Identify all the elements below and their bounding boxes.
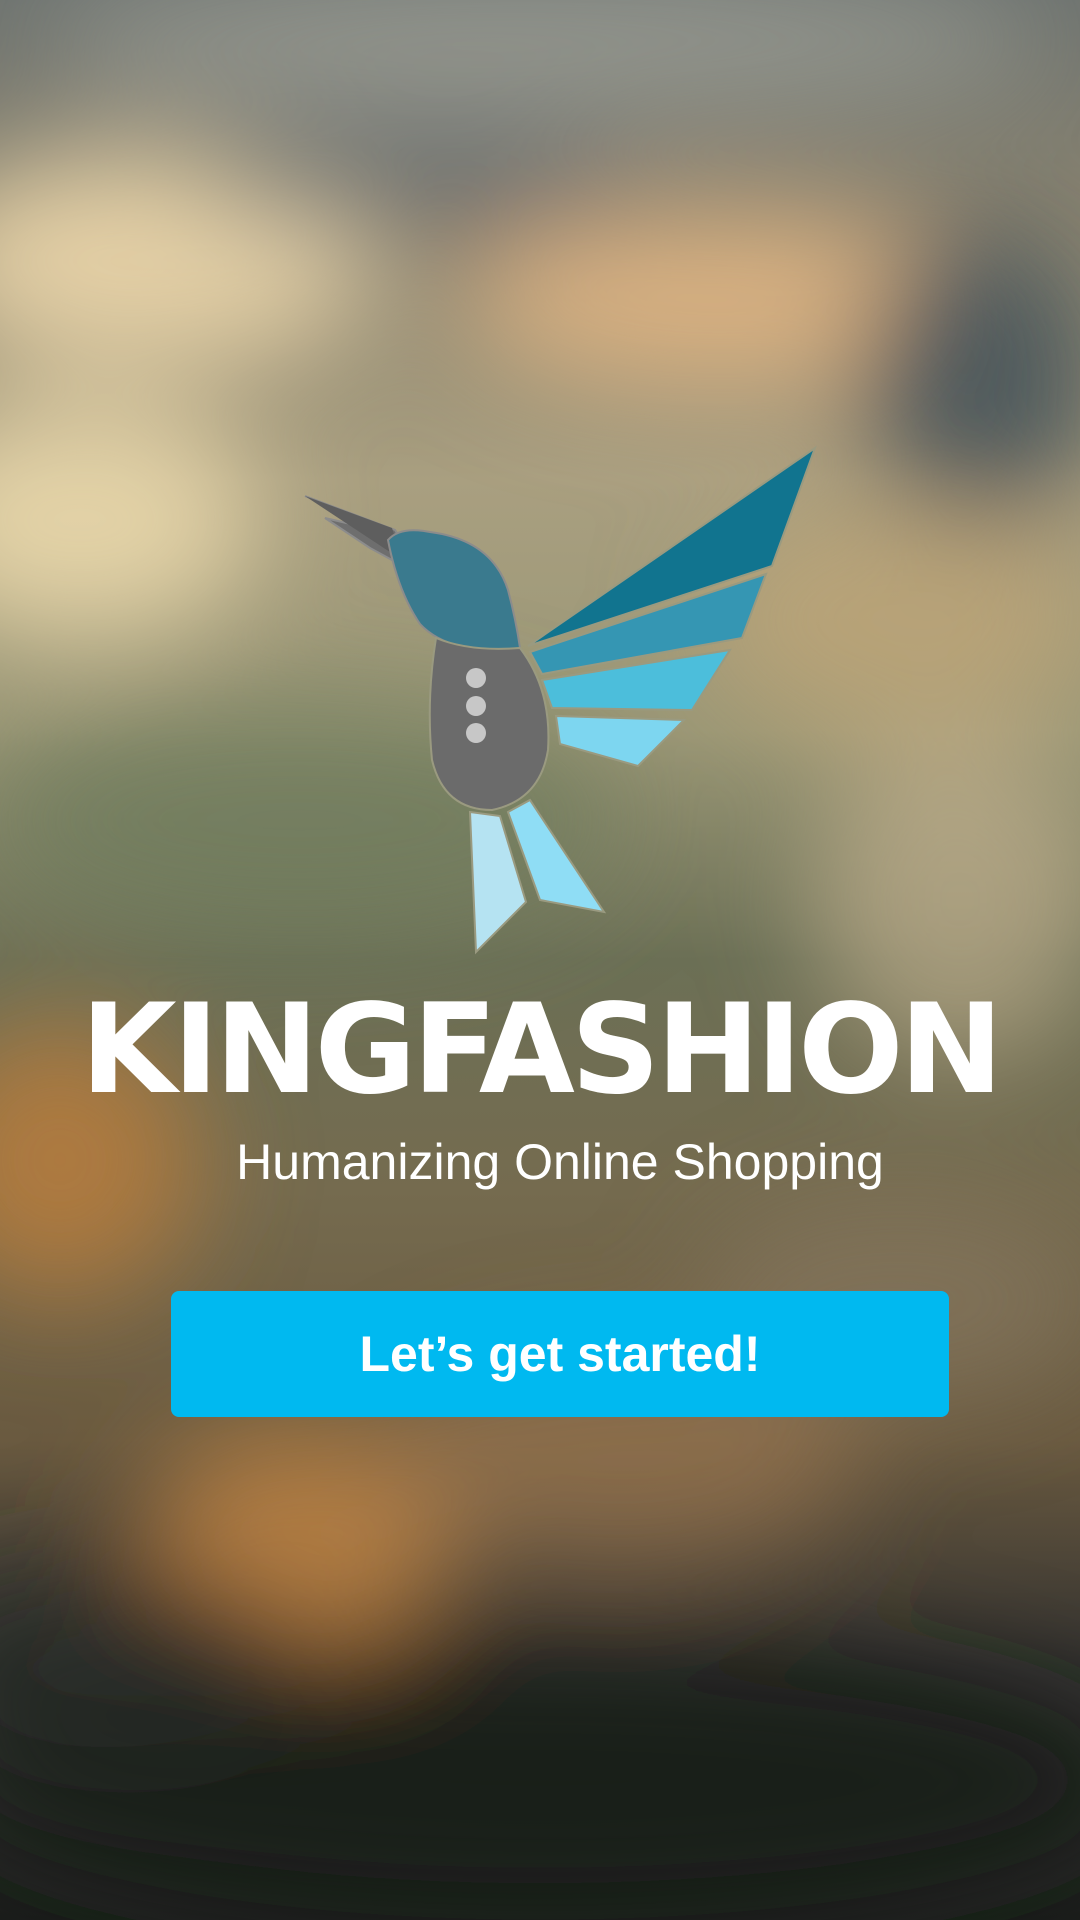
brand-name: KINGFASHION [80,978,1004,1122]
get-started-button[interactable]: Let’s get started! [171,1291,949,1417]
tagline: Humanizing Online Shopping [236,1134,884,1190]
hummingbird-logo-icon [290,440,830,960]
